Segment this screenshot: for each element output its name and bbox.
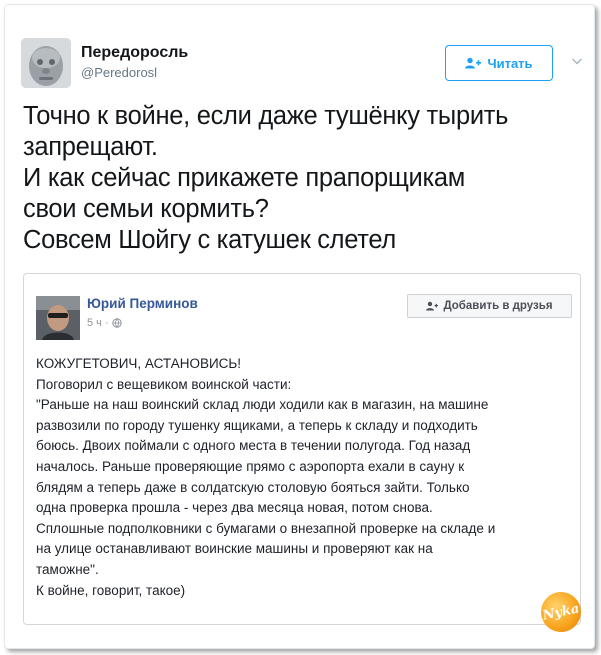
embed-author-avatar[interactable] [36, 296, 80, 340]
embed-body-line: развозили по городу тушенку ящиками, а т… [36, 417, 478, 433]
embed-body-line: "Раньше на наш воинский склад люди ходил… [36, 397, 489, 413]
tweet-text-line: Точно к войне, если даже тушёнку тырить [23, 102, 509, 130]
embed-author-name[interactable]: Юрий Перминов [87, 296, 198, 311]
embed-body-line: Сплошные подполковники с бумагами о внез… [36, 520, 496, 536]
tweet-text: Точно к войне, если даже тушёнку тырить … [23, 101, 583, 256]
embed-body-line: на улице останавливают воинские машины и… [36, 541, 433, 557]
tweet-author-avatar[interactable] [21, 38, 71, 88]
embed-body-line: Поговорил с вещевиком воинской части: [36, 376, 292, 392]
tweet-card: Передоросль @Peredorosl Читать Точно к в… [4, 4, 595, 649]
add-friend-button-label: Добавить в друзья [443, 300, 553, 312]
embed-body-line: боюсь. Двоих поймали с одного места в те… [36, 438, 471, 454]
embed-post-body: КОЖУГЕТОВИЧ, АСТАНОВИСЬ! Поговорил с вещ… [36, 354, 576, 601]
embedded-facebook-post[interactable]: Юрий Перминов 5 ч · Добавить в друзья КО… [23, 273, 581, 625]
embed-body-line: одна проверка прошла - через два месяца … [36, 500, 433, 516]
embed-body-line: К войне, говорит, такое) [36, 582, 186, 598]
add-friend-button[interactable]: Добавить в друзья [407, 294, 572, 318]
embed-body-line: началось. Раньше проверяющие прямо с аэр… [36, 458, 465, 474]
globe-icon [111, 318, 122, 328]
embed-body-line: КОЖУГЕТОВИЧ, АСТАНОВИСЬ! [36, 356, 242, 371]
tweet-text-line: И как сейчас прикажете прапорщикам [23, 164, 466, 192]
follow-button-label: Читать [487, 55, 533, 71]
tweet-author-name[interactable]: Передоросль [81, 44, 188, 62]
embed-body-line: таможне". [36, 561, 99, 577]
embed-post-time[interactable]: 5 ч · [87, 317, 109, 329]
chevron-down-icon[interactable] [571, 54, 583, 66]
embed-body-line: блядям а теперь даже в солдатскую столов… [36, 479, 470, 495]
embed-post-meta: 5 ч · [87, 317, 122, 329]
add-friend-icon [426, 301, 439, 311]
follow-button[interactable]: Читать [445, 45, 553, 81]
person-plus-icon [465, 57, 482, 69]
tweet-text-line: Совсем Шойгу с катушек слетел [23, 226, 396, 254]
tweet-text-line: запрещают. [23, 133, 158, 161]
tweet-author-handle[interactable]: @Peredorosl [81, 65, 157, 80]
tweet-text-line: свои семьи кормить? [23, 195, 269, 223]
